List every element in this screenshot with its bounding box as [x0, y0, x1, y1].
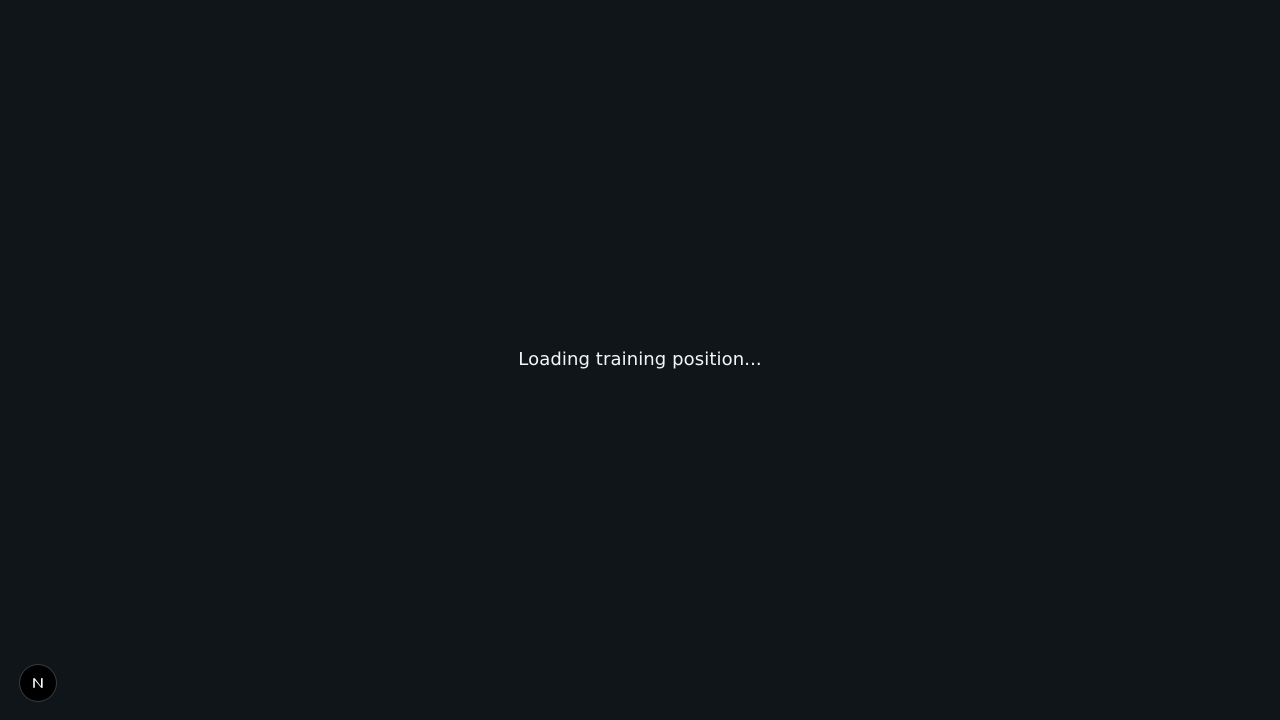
- app-viewport: Loading training position...: [0, 0, 1280, 720]
- nextjs-logo-icon: [30, 675, 46, 691]
- nextjs-dev-indicator-button[interactable]: [20, 665, 56, 701]
- loading-message: Loading training position...: [518, 349, 762, 370]
